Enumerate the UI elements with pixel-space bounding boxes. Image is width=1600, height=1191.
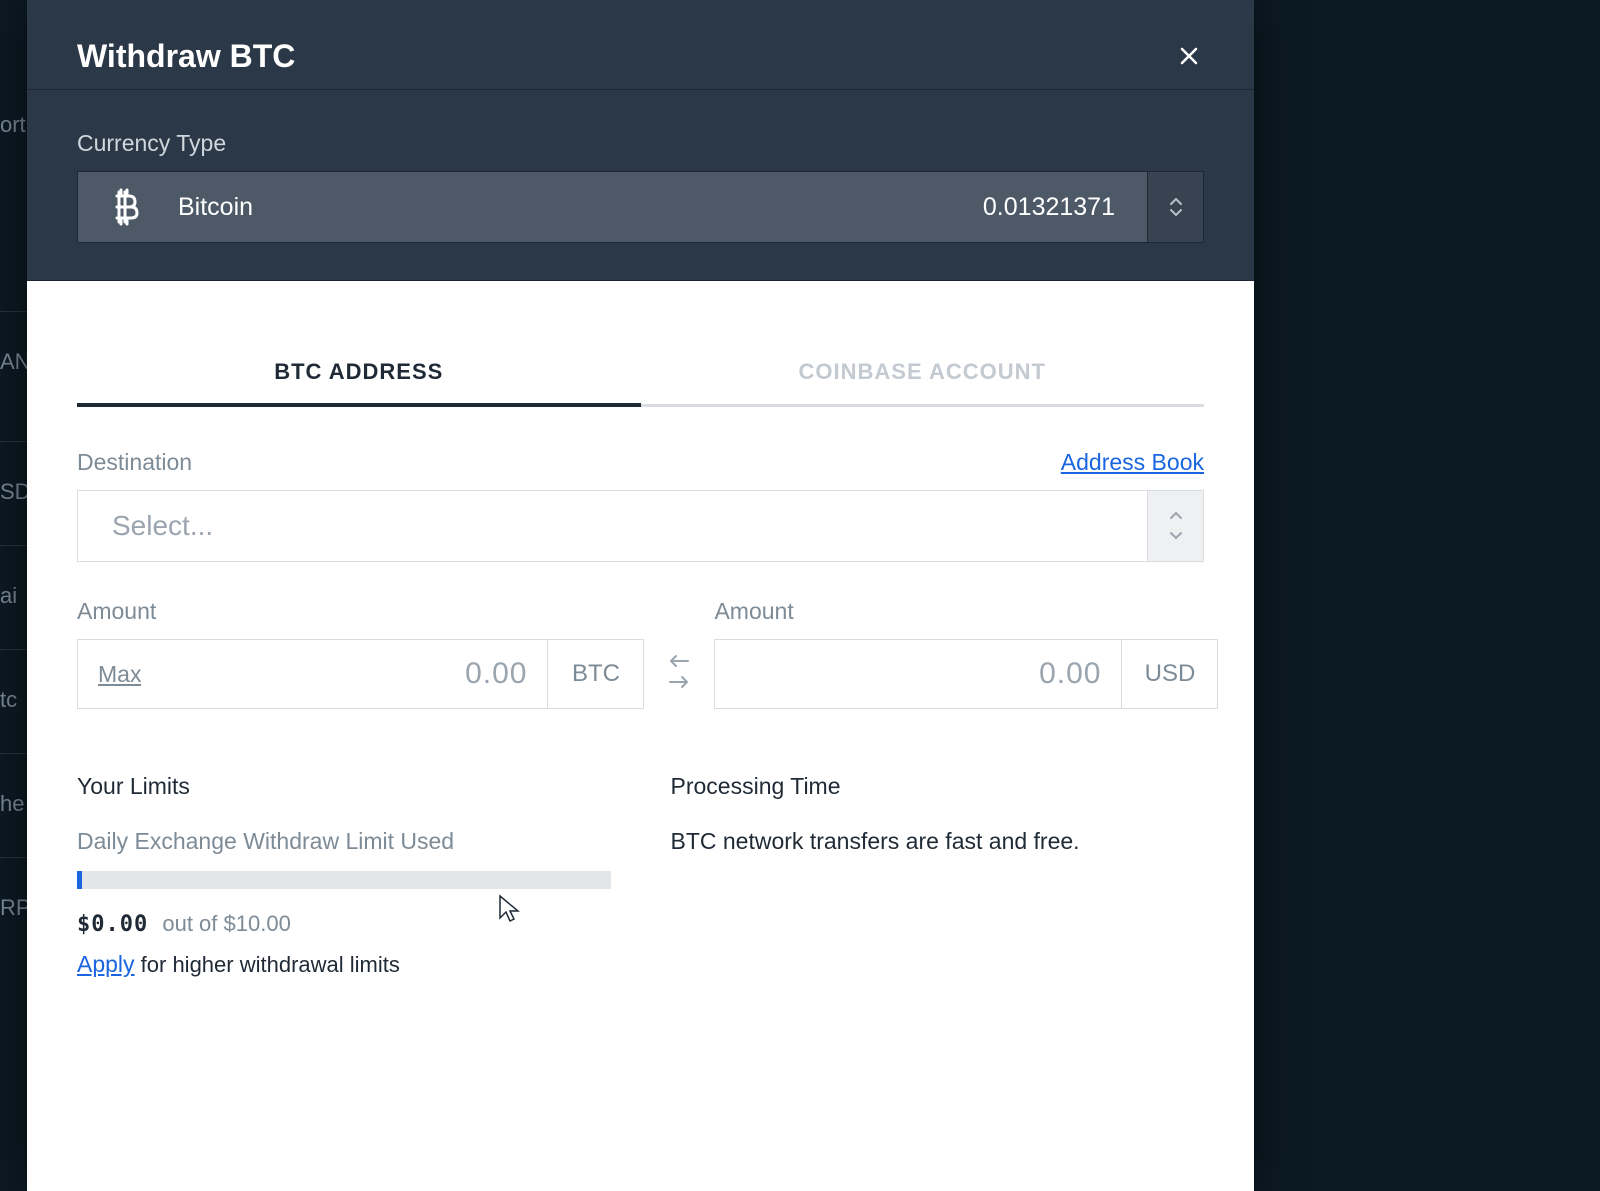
unit-usd: USD (1121, 640, 1217, 708)
bg-fragment: ort (0, 75, 27, 175)
processing-col: Processing Time BTC network transfers ar… (671, 773, 1205, 978)
amount-row: Amount Max BTC Amount USD (77, 598, 1204, 709)
chevron-down-icon (1169, 208, 1183, 217)
limits-values: $0.00 out of $10.00 (77, 911, 611, 937)
max-link-wrap: Max (78, 640, 141, 708)
tab-btc-address[interactable]: BTC ADDRESS (77, 341, 641, 407)
chevron-up-icon (1169, 507, 1183, 525)
bg-fragment: RP (0, 857, 27, 957)
apply-link[interactable]: Apply (77, 951, 135, 977)
chevron-up-icon (1169, 197, 1183, 206)
bg-fragment: SD (0, 441, 27, 541)
bg-fragment: ai (0, 545, 27, 645)
amount-usd-col: Amount USD (714, 598, 1218, 709)
limits-total-prefix: out of (162, 911, 223, 936)
tabs: BTC ADDRESS COINBASE ACCOUNT (77, 341, 1204, 407)
max-button[interactable]: Max (98, 661, 141, 688)
currency-name: Bitcoin (178, 193, 253, 222)
destination-label: Destination (77, 449, 192, 476)
amount-label-left: Amount (77, 598, 644, 625)
limits-progress-fill (77, 871, 82, 889)
amount-btc-input[interactable] (141, 640, 547, 708)
bg-fragment: AN (0, 311, 27, 411)
bg-fragment: tc (0, 649, 27, 749)
currency-left: Bitcoin (110, 191, 253, 223)
limits-total: $10.00 (224, 911, 291, 936)
address-book-link[interactable]: Address Book (1061, 449, 1204, 476)
limits-title: Your Limits (77, 773, 611, 800)
currency-stepper[interactable] (1147, 172, 1203, 242)
currency-select[interactable]: Bitcoin 0.01321371 (77, 171, 1204, 243)
chevron-down-icon (1169, 527, 1183, 545)
modal-body: BTC ADDRESS COINBASE ACCOUNT Destination… (27, 341, 1254, 978)
close-button[interactable] (1174, 42, 1204, 72)
unit-btc: BTC (547, 640, 643, 708)
destination-stepper[interactable] (1147, 491, 1203, 561)
limits-used: $0.00 (77, 912, 148, 937)
bg-fragment: he (0, 753, 27, 853)
currency-section: Currency Type Bitcoin 0.01321371 (27, 90, 1254, 243)
amount-btc-col: Amount Max BTC (77, 598, 644, 709)
processing-text: BTC network transfers are fast and free. (671, 828, 1205, 855)
apply-rest: for higher withdrawal limits (135, 952, 400, 977)
currency-balance: 0.01321371 (983, 193, 1115, 222)
arrow-left-icon (668, 654, 690, 673)
modal-title-bar: Withdraw BTC (27, 0, 1254, 90)
background-sidebar: ort AN SD ai tc he RP (0, 0, 27, 1191)
modal-header: Withdraw BTC Currency Type Bi (27, 0, 1254, 281)
amount-label-right: Amount (714, 598, 1218, 625)
bitcoin-icon (110, 191, 142, 223)
amount-usd-box: USD (714, 639, 1218, 709)
destination-select[interactable]: Select... (77, 490, 1204, 562)
currency-select-main[interactable]: Bitcoin 0.01321371 (78, 191, 1147, 223)
processing-title: Processing Time (671, 773, 1205, 800)
limits-progress (77, 871, 611, 889)
destination-row: Destination Address Book (77, 449, 1204, 476)
modal-title: Withdraw BTC (77, 38, 295, 75)
withdraw-modal: Withdraw BTC Currency Type Bi (27, 0, 1254, 1191)
currency-type-label: Currency Type (77, 130, 1204, 157)
limits-col: Your Limits Daily Exchange Withdraw Limi… (77, 773, 611, 978)
limits-subtitle: Daily Exchange Withdraw Limit Used (77, 828, 611, 855)
destination-select-main[interactable]: Select... (78, 491, 1147, 561)
amount-usd-input[interactable] (715, 640, 1121, 708)
amount-btc-box: Max BTC (77, 639, 644, 709)
arrow-right-icon (668, 675, 690, 694)
info-row: Your Limits Daily Exchange Withdraw Limi… (77, 773, 1204, 978)
swap-arrows[interactable] (668, 639, 690, 709)
apply-line: Apply for higher withdrawal limits (77, 951, 611, 978)
close-icon (1180, 41, 1198, 72)
tab-coinbase-account[interactable]: COINBASE ACCOUNT (641, 341, 1205, 407)
